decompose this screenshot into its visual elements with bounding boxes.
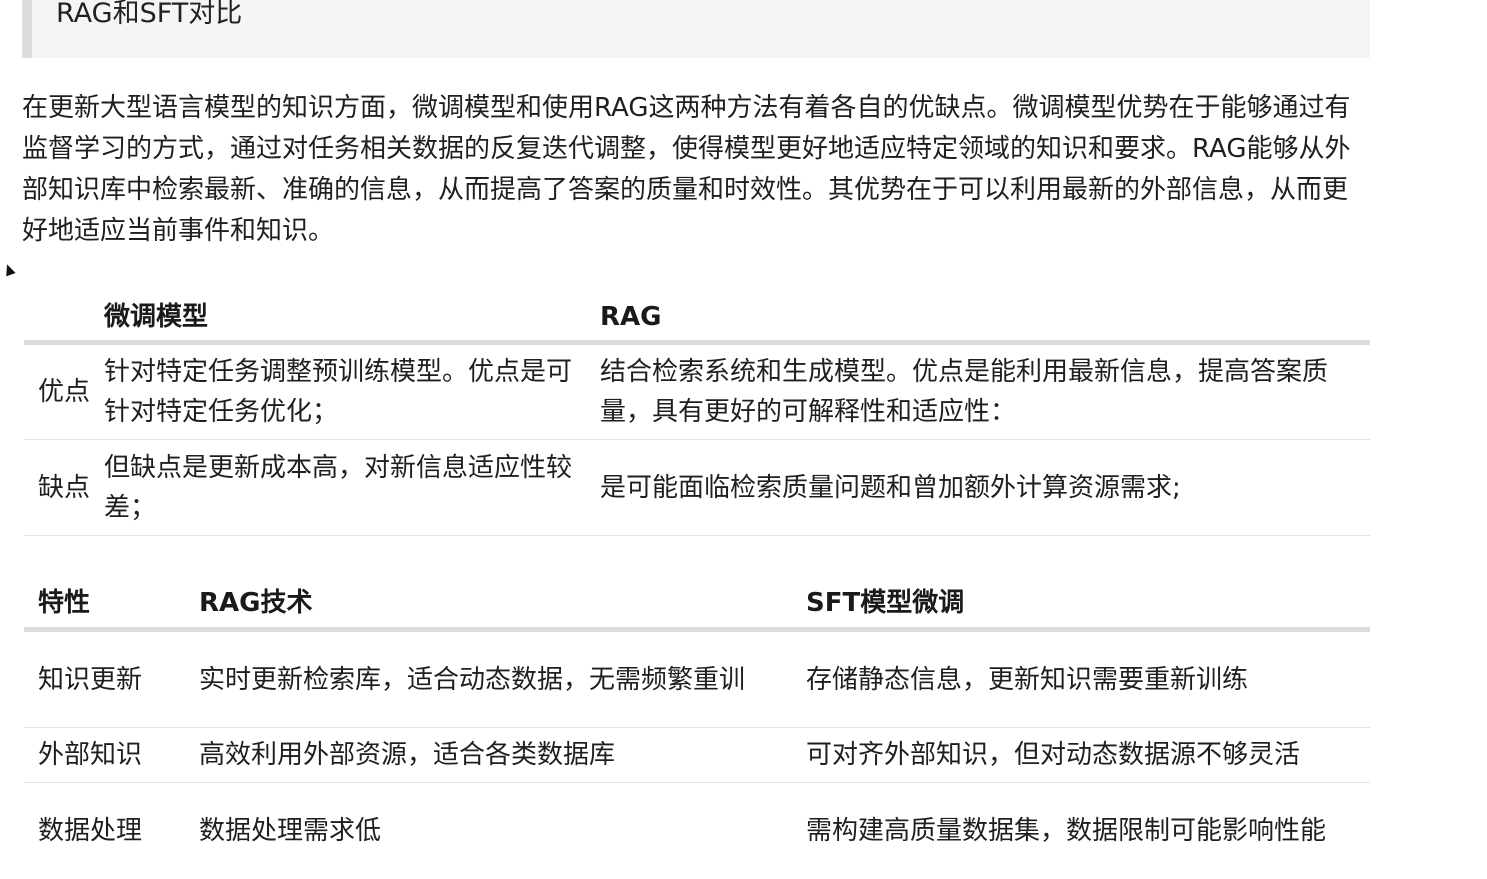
table-row: 缺点 但缺点是更新成本高，对新信息适应性较差； 是可能面临检索质量问题和曾加额外…	[24, 440, 1370, 536]
table-row: 数据处理 数据处理需求低 需构建高质量数据集，数据限制可能影响性能	[24, 783, 1370, 879]
table-cell: 实时更新检索库，适合动态数据，无需频繁重训	[185, 630, 792, 728]
table-cell: 是可能面临检索质量问题和曾加额外计算资源需求;	[586, 440, 1370, 536]
row-label: 外部知识	[24, 728, 185, 783]
table-header-cell: RAG技术	[185, 579, 792, 630]
table-cell: 针对特定任务调整预训练模型。优点是可针对特定任务优化；	[90, 343, 586, 440]
row-label: 优点	[24, 343, 90, 440]
table-cell: 高效利用外部资源，适合各类数据库	[185, 728, 792, 783]
table-cell: 结合检索系统和生成模型。优点是能利用最新信息，提高答案质量，具有更好的可解释性和…	[586, 343, 1370, 440]
row-label: 知识更新	[24, 630, 185, 728]
table-row: 外部知识 高效利用外部资源，适合各类数据库 可对齐外部知识，但对动态数据源不够灵…	[24, 728, 1370, 783]
table-header-row: 微调模型 RAG	[24, 294, 1370, 343]
section-heading-box: RAG和SFT对比	[22, 0, 1370, 58]
mouse-cursor-icon	[2, 263, 15, 277]
row-label: 缺点	[24, 440, 90, 536]
table-header-cell: 微调模型	[90, 294, 586, 343]
table-header-cell: RAG	[586, 294, 1370, 343]
table-cell: 数据处理需求低	[185, 783, 792, 879]
intro-paragraph: 在更新大型语言模型的知识方面，微调模型和使用RAG这两种方法有着各自的优缺点。微…	[22, 88, 1372, 252]
table-row: 知识更新 实时更新检索库，适合动态数据，无需频繁重训 存储静态信息，更新知识需要…	[24, 630, 1370, 728]
table-cell: 存储静态信息，更新知识需要重新训练	[792, 630, 1370, 728]
table-cell: 需构建高质量数据集，数据限制可能影响性能	[792, 783, 1370, 879]
section-heading: RAG和SFT对比	[56, 0, 242, 34]
table-row: 优点 针对特定任务调整预训练模型。优点是可针对特定任务优化； 结合检索系统和生成…	[24, 343, 1370, 440]
comparison-table-pros-cons: 微调模型 RAG 优点 针对特定任务调整预训练模型。优点是可针对特定任务优化； …	[24, 294, 1370, 536]
table-header-cell	[24, 294, 90, 343]
table-cell: 但缺点是更新成本高，对新信息适应性较差；	[90, 440, 586, 536]
comparison-table-features: 特性 RAG技术 SFT模型微调 知识更新 实时更新检索库，适合动态数据，无需频…	[24, 579, 1370, 879]
table-header-cell: 特性	[24, 579, 185, 630]
table-header-row: 特性 RAG技术 SFT模型微调	[24, 579, 1370, 630]
row-label: 数据处理	[24, 783, 185, 879]
table-header-cell: SFT模型微调	[792, 579, 1370, 630]
table-cell: 可对齐外部知识，但对动态数据源不够灵活	[792, 728, 1370, 783]
